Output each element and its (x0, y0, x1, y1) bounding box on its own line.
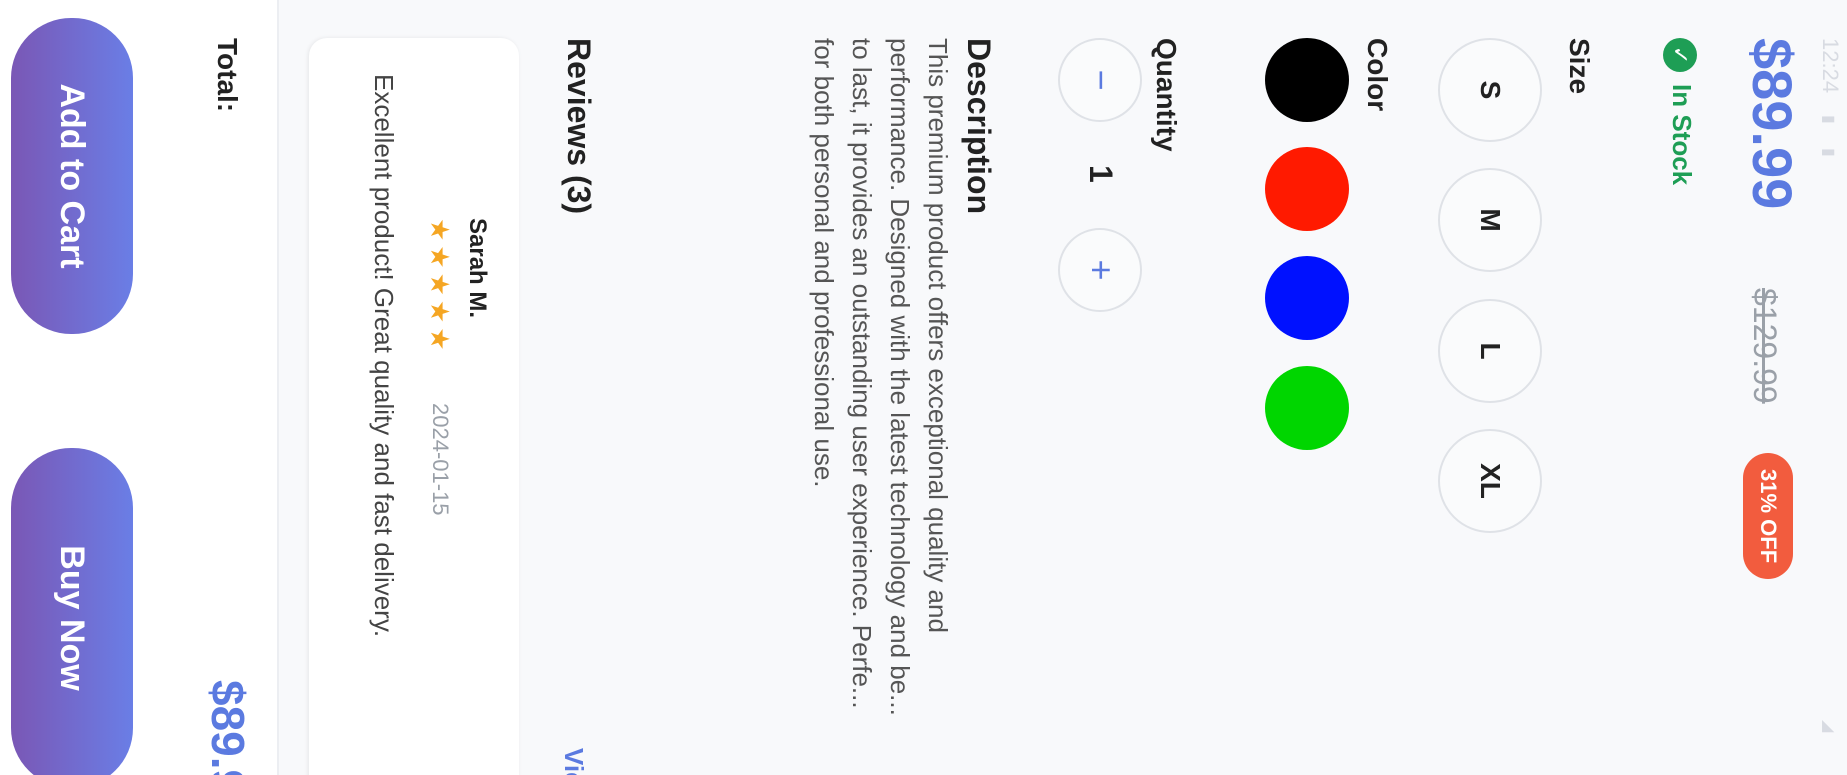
review-text: Excellent product! Great quality and fas… (369, 74, 399, 638)
description-text: This premium product offers exceptional … (809, 38, 953, 716)
color-swatch-green[interactable] (1265, 366, 1349, 450)
original-price: $129.99 (1747, 288, 1783, 404)
quantity-decrement-button[interactable]: − (1058, 38, 1142, 122)
discount-badge: 31% OFF (1743, 453, 1793, 580)
view-all-reviews-link[interactable]: View (558, 748, 589, 775)
product-detail-screen: 12:24 ▮ ▮ ◢ $89.99 $129.99 31% OFF ✓ In S… (0, 0, 1847, 775)
add-to-cart-button[interactable]: Add to Cart (11, 18, 133, 334)
size-option-l[interactable]: L (1438, 299, 1542, 403)
quantity-increment-button[interactable]: + (1058, 228, 1142, 312)
status-bar: 12:24 ▮ ▮ ◢ (1807, 0, 1847, 775)
buy-now-button[interactable]: Buy Now (11, 448, 133, 775)
review-date: 2024-01-15 (428, 403, 453, 516)
notification-icon: ▮ (1820, 115, 1837, 124)
stock-status: ✓ In Stock (1657, 38, 1697, 185)
review-card: Sarah M. ★★★★★ 2024-01-15 Excellent prod… (309, 38, 519, 775)
current-price: $89.99 (1741, 38, 1804, 210)
reviewer-name: Sarah M. (464, 218, 491, 319)
color-swatch-black[interactable] (1265, 38, 1349, 122)
size-option-s[interactable]: S (1438, 38, 1542, 142)
color-swatch-red[interactable] (1265, 147, 1349, 231)
status-time: 12:24 (1818, 38, 1843, 94)
reviews-title: Reviews (3) (561, 38, 597, 215)
wifi-icon: ◢ (1820, 720, 1837, 733)
quantity-value: 1 (1083, 165, 1119, 183)
color-swatch-blue[interactable] (1265, 256, 1349, 340)
color-label: Color (1362, 38, 1393, 112)
size-label: Size (1564, 38, 1595, 95)
total-value: $89.9 (202, 680, 254, 775)
reviews-header: Reviews (3) View (547, 38, 597, 775)
size-option-m[interactable]: M (1438, 168, 1542, 272)
size-option-xl[interactable]: XL (1438, 429, 1542, 533)
stock-label: In Stock (1667, 84, 1697, 186)
star-rating-icon: ★★★★★ (425, 218, 455, 355)
total-label: Total: (212, 38, 243, 113)
description-title: Description (961, 38, 997, 215)
checkout-bar: Total: $89.9 Add to Cart Buy Now (0, 0, 279, 775)
quantity-label: Quantity (1151, 38, 1182, 152)
check-circle-icon: ✓ (1662, 38, 1697, 72)
sim-icon: ▮ (1820, 148, 1837, 157)
